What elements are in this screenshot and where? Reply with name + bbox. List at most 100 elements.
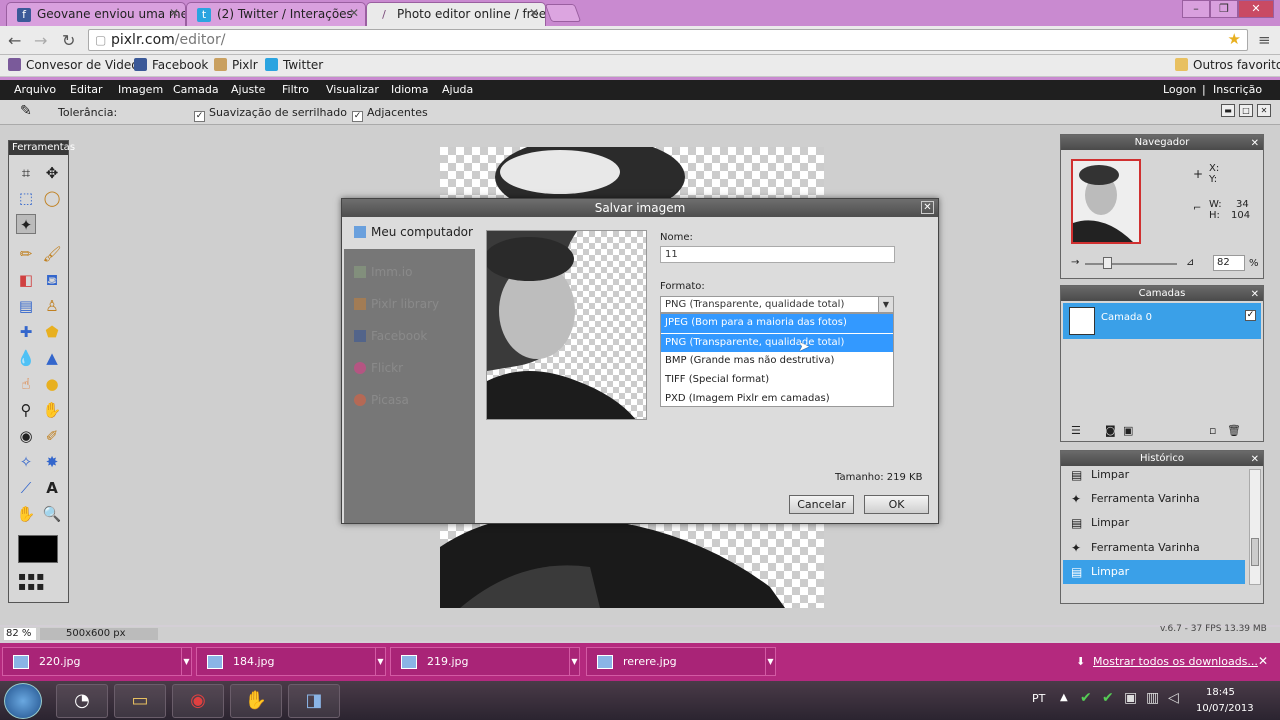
tab-twitter[interactable]: t (2) Twitter / Interações ✕ — [186, 2, 366, 26]
format-select[interactable]: PNG (Transparente, qualidade total) ▼ — [660, 296, 894, 313]
history-item[interactable]: ✦ Ferramenta Varinha — [1063, 487, 1245, 511]
scrollbar-thumb[interactable] — [1251, 538, 1259, 566]
layer-visibility-checkbox[interactable]: ✓ — [1245, 310, 1256, 321]
download-item[interactable]: 184.jpg ▼ — [196, 647, 386, 676]
history-item[interactable]: ✦ Ferramenta Varinha — [1063, 536, 1245, 560]
history-item[interactable]: ▤ Limpar — [1063, 463, 1245, 487]
new-tab-button[interactable] — [544, 4, 582, 22]
layer-row[interactable]: Camada 0 ✓ — [1063, 303, 1261, 339]
taskbar-app-icon[interactable]: ✋ — [230, 684, 282, 718]
show-all-downloads-link[interactable]: Mostrar todos os downloads... — [1093, 655, 1258, 668]
zoom-slider-track[interactable] — [1085, 263, 1177, 265]
chevron-down-icon[interactable]: ▼ — [181, 648, 191, 675]
history-item-selected[interactable]: ▤ Limpar — [1063, 560, 1245, 584]
close-icon[interactable]: ✕ — [1257, 104, 1271, 117]
crop-icon[interactable]: ⌗ — [16, 163, 36, 183]
close-icon[interactable]: ✕ — [921, 201, 934, 214]
menu-imagem[interactable]: Imagem — [118, 83, 163, 96]
dodge-icon[interactable]: ⚲ — [16, 400, 36, 420]
trash-icon[interactable]: 🗑 — [1227, 424, 1241, 437]
menu-ajuste[interactable]: Ajuste — [231, 83, 265, 96]
format-option-png[interactable]: PNG (Transparente, qualidade total) — [661, 333, 893, 352]
network-icon[interactable]: ▥ — [1146, 690, 1159, 706]
language-indicator[interactable]: PT — [1032, 692, 1045, 705]
layer-folder-icon[interactable]: ▣ — [1123, 424, 1133, 437]
bucket-icon[interactable]: ⛾ — [42, 270, 62, 290]
tab-pixlr[interactable]: / Photo editor online / free ✕ — [366, 2, 546, 26]
zoom-icon[interactable]: 🔍 — [42, 504, 62, 524]
menu-icon[interactable]: ≡ — [1258, 31, 1271, 49]
hand-icon[interactable]: ✋ — [16, 504, 36, 524]
color-swatches-icon[interactable]: ▪▪▪ ▪▪▪ — [18, 570, 58, 593]
taskbar-app-icon[interactable]: ◨ — [288, 684, 340, 718]
format-option-jpeg[interactable]: JPEG (Bom para a maioria das fotos) — [661, 314, 893, 333]
menu-editar[interactable]: Editar — [70, 83, 103, 96]
close-window-button[interactable]: ✕ — [1238, 0, 1274, 18]
gradient-icon[interactable]: ▤ — [16, 296, 36, 316]
download-item[interactable]: 220.jpg ▼ — [2, 647, 192, 676]
zoom-in-icon[interactable]: ⊿ — [1186, 257, 1194, 268]
star-icon[interactable]: ★ — [1228, 30, 1241, 48]
chevron-down-icon[interactable]: ▼ — [569, 648, 579, 675]
format-option-pxd[interactable]: PXD (Imagem Pixlr em camadas) — [661, 390, 893, 409]
close-icon[interactable]: ✕ — [1251, 136, 1259, 151]
brush-icon[interactable]: 🖌 — [42, 244, 62, 264]
filename-input[interactable]: 11 — [660, 246, 895, 263]
download-item[interactable]: rerere.jpg ▼ — [586, 647, 776, 676]
smudge-icon[interactable]: ☝ — [16, 374, 36, 394]
pinch-icon[interactable]: ✸ — [42, 452, 62, 472]
menu-idioma[interactable]: Idioma — [391, 83, 428, 96]
spot-heal-icon[interactable]: ✐ — [42, 426, 62, 446]
taskbar-app-icon[interactable]: ◔ — [56, 684, 108, 718]
tab-facebook[interactable]: f Geovane enviou uma men ✕ — [6, 2, 186, 26]
healing-icon[interactable]: ✚ — [16, 322, 36, 342]
burn-icon[interactable]: ✋ — [42, 400, 62, 420]
reload-icon[interactable]: ↻ — [62, 31, 75, 50]
back-arrow-icon[interactable]: ← — [8, 31, 21, 50]
checkbox-checked-icon[interactable]: ✓ — [352, 111, 363, 122]
source-flickr[interactable]: Flickr — [354, 361, 403, 375]
close-icon[interactable]: ✕ — [1251, 287, 1259, 302]
ok-button[interactable]: OK — [864, 495, 929, 514]
tray-app-icon[interactable]: ✔ — [1080, 690, 1092, 706]
forward-arrow-icon[interactable]: → — [34, 31, 47, 50]
zoom-out-icon[interactable]: → — [1071, 257, 1079, 268]
volume-icon[interactable]: ◁ — [1168, 690, 1179, 706]
format-option-bmp[interactable]: BMP (Grande mas não destrutiva) — [661, 352, 893, 371]
menu-filtro[interactable]: Filtro — [282, 83, 309, 96]
history-scrollbar[interactable] — [1249, 469, 1261, 585]
red-eye-icon[interactable]: ◉ — [16, 426, 36, 446]
menu-ajuda[interactable]: Ajuda — [442, 83, 473, 96]
tray-app-icon[interactable]: ✔ — [1102, 690, 1114, 706]
new-layer-icon[interactable]: ▫ — [1209, 424, 1216, 437]
clock-time[interactable]: 18:45 — [1206, 687, 1235, 698]
color-picker-icon[interactable]: ⟋ — [16, 478, 36, 498]
format-option-tiff[interactable]: TIFF (Special format) — [661, 371, 893, 390]
pencil-icon[interactable]: ✏ — [16, 244, 36, 264]
bookmark-pixlr[interactable]: Pixlr — [214, 58, 258, 72]
source-imm-io[interactable]: Imm.io — [354, 265, 412, 279]
source-my-computer[interactable]: Meu computador — [344, 219, 475, 249]
history-item[interactable]: ▤ Limpar — [1063, 511, 1245, 535]
bloat-icon[interactable]: ✧ — [16, 452, 36, 472]
navigator-thumbnail[interactable] — [1071, 159, 1141, 244]
folder-icon[interactable]: ▭ — [114, 684, 166, 718]
minimize-button[interactable]: – — [1182, 0, 1210, 18]
download-item[interactable]: 219.jpg ▼ — [390, 647, 580, 676]
bookmark-convesor[interactable]: Convesor de Videos — [8, 58, 145, 72]
minimize-icon[interactable]: ▬ — [1221, 104, 1235, 117]
maximize-icon[interactable]: □ — [1239, 104, 1253, 117]
start-button[interactable] — [4, 683, 42, 719]
checkbox-checked-icon[interactable]: ✓ — [194, 111, 205, 122]
zoom-slider-handle[interactable] — [1103, 257, 1112, 269]
tray-app-icon[interactable]: ▣ — [1124, 690, 1137, 706]
source-facebook[interactable]: Facebook — [354, 329, 427, 343]
sponge-icon[interactable]: ● — [42, 374, 62, 394]
eraser-icon[interactable]: ◧ — [16, 270, 36, 290]
close-icon[interactable]: ✕ — [529, 6, 539, 20]
close-icon[interactable]: ✕ — [1258, 654, 1268, 668]
menu-camada[interactable]: Camada — [173, 83, 219, 96]
tray-expand-icon[interactable]: ▲ — [1060, 692, 1068, 703]
sharpen-icon[interactable]: ▲ — [42, 348, 62, 368]
close-icon[interactable]: ✕ — [349, 6, 359, 20]
